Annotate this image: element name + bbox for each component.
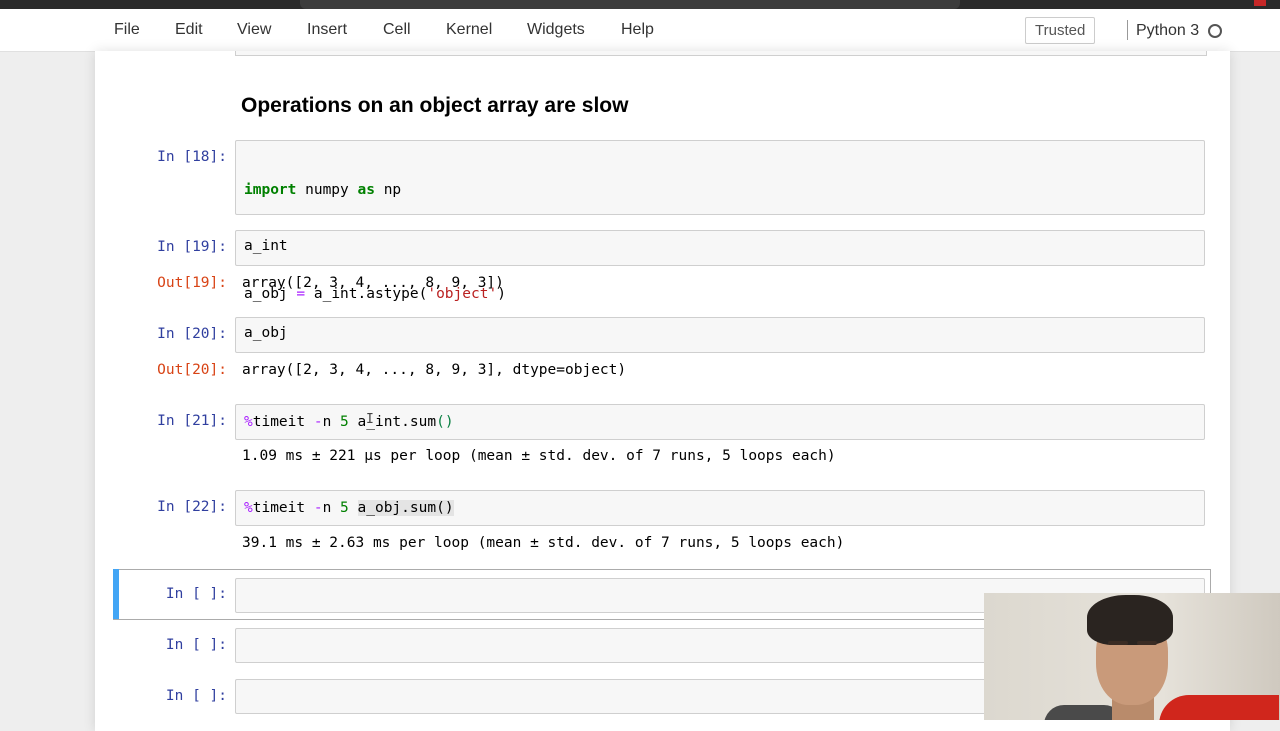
input-prompt: In [ ]: (165, 586, 227, 602)
input-prompt: In [22]: (157, 499, 227, 515)
menu-edit[interactable]: Edit (175, 21, 203, 39)
code-line: %timeit -n 5 a_obj.sum() (244, 500, 454, 516)
menu-widgets[interactable]: Widgets (527, 21, 585, 39)
cell-output: 1.09 ms ± 221 µs per loop (mean ± std. d… (242, 448, 836, 464)
input-prompt: In [21]: (157, 413, 227, 429)
output-prompt: Out[19]: (157, 275, 227, 291)
menu-help[interactable]: Help (621, 21, 654, 39)
trusted-badge[interactable]: Trusted (1025, 17, 1096, 44)
input-prompt: In [ ]: (165, 688, 227, 704)
code-cell-input[interactable]: a_int (235, 230, 1205, 266)
code-cell-input[interactable]: a_obj (235, 317, 1205, 353)
cell-output: array([2, 3, 4, ..., 8, 9, 3], dtype=obj… (242, 362, 627, 378)
input-prompt: In [19]: (157, 239, 227, 255)
menu-kernel[interactable]: Kernel (446, 21, 492, 39)
input-prompt: In [ ]: (165, 637, 227, 653)
webcam-brow-right (1137, 641, 1157, 645)
address-bar[interactable] (300, 0, 960, 9)
webcam-hair (1087, 595, 1173, 645)
kernel-idle-icon (1208, 24, 1222, 38)
kernel-divider (1127, 20, 1128, 40)
webcam-shirt (1159, 695, 1279, 720)
menu-insert[interactable]: Insert (307, 21, 347, 39)
input-prompt: In [18]: (157, 149, 227, 165)
cell-output: array([2, 3, 4, ..., 8, 9, 3]) (242, 275, 504, 291)
code-cell-input[interactable]: %timeit -n 5 a_obj.sum() (235, 490, 1205, 526)
kernel-name[interactable]: Python 3 (1136, 22, 1199, 40)
menu-cell[interactable]: Cell (383, 21, 411, 39)
menu-file[interactable]: File (114, 21, 140, 39)
markdown-heading: Operations on an object array are slow (241, 94, 629, 117)
notebook-menubar: File Edit View Insert Cell Kernel Widget… (0, 9, 1280, 52)
code-cell-input[interactable]: import numpy as np a_int = np.random.ran… (235, 140, 1205, 302)
webcam-overlay (984, 593, 1280, 720)
menu-view[interactable]: View (237, 21, 271, 39)
code-cell-input[interactable]: %timeit -n 5 a_int.sum() (235, 404, 1205, 440)
browser-toolbar-strip (0, 0, 1280, 9)
extension-icon[interactable] (1254, 0, 1266, 6)
text-cursor-icon: I (366, 412, 374, 427)
code-line: %timeit -n 5 a_int.sum() (244, 414, 454, 430)
input-prompt: In [20]: (157, 326, 227, 342)
webcam-brow-left (1108, 641, 1128, 645)
previous-cell-edge (235, 51, 1207, 56)
output-prompt: Out[20]: (157, 362, 227, 378)
cell-output: 39.1 ms ± 2.63 ms per loop (mean ± std. … (242, 535, 845, 551)
code-line: a_int (244, 238, 288, 254)
code-line: a_obj (244, 325, 288, 341)
